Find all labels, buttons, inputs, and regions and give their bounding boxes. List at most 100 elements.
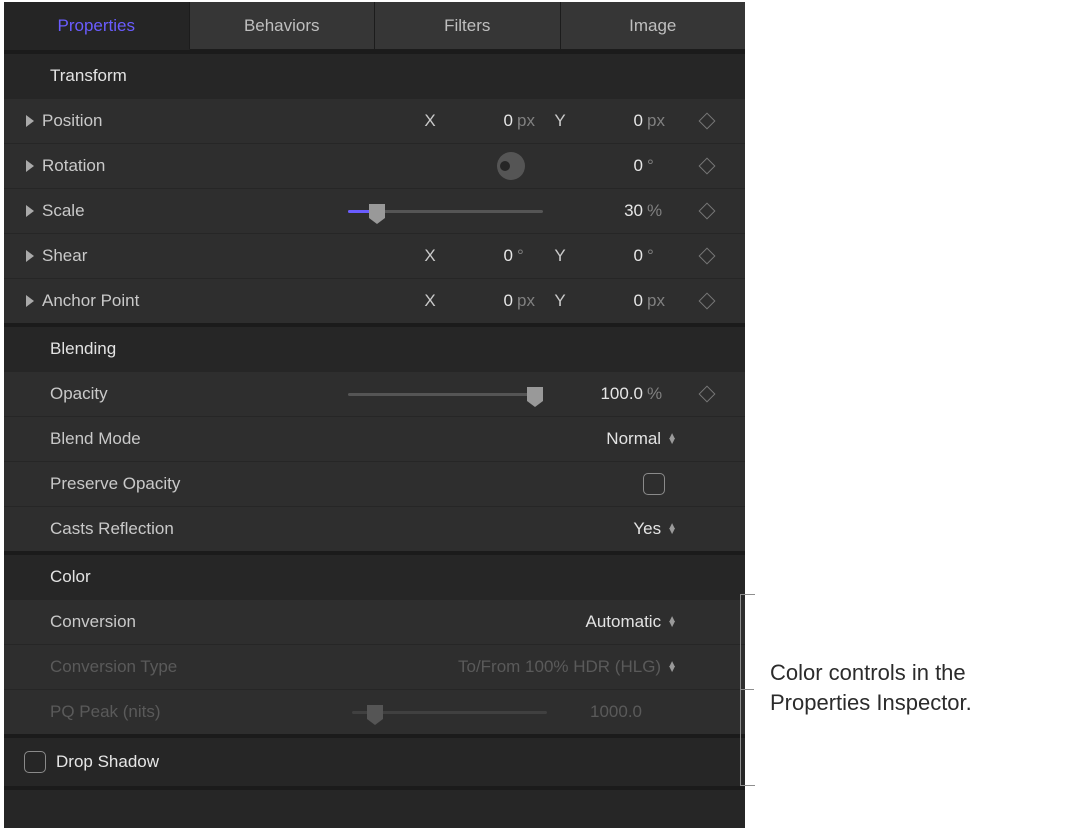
tab-filters[interactable]: Filters xyxy=(375,2,561,50)
position-x-value[interactable]: 0 xyxy=(443,111,513,131)
casts-reflection-label: Casts Reflection xyxy=(50,519,215,539)
opacity-value[interactable]: 100.0 xyxy=(551,384,643,404)
conversion-type-label: Conversion Type xyxy=(50,657,215,677)
preserve-opacity-label: Preserve Opacity xyxy=(50,474,215,494)
popup-value: To/From 100% HDR (HLG) xyxy=(458,657,661,677)
tab-properties[interactable]: Properties xyxy=(4,2,190,50)
color-header: Color xyxy=(4,555,745,599)
stepper-icon: ▲▼ xyxy=(667,617,677,627)
axis-y: Y xyxy=(547,111,573,131)
stepper-icon: ▲▼ xyxy=(667,524,677,534)
axis-x: X xyxy=(417,246,443,266)
transform-header: Transform xyxy=(4,54,745,98)
position-y-value[interactable]: 0 xyxy=(573,111,643,131)
annotation-line: Color controls in the xyxy=(770,658,972,688)
pq-peak-slider xyxy=(352,702,547,722)
anchor-y-value[interactable]: 0 xyxy=(573,291,643,311)
stepper-icon: ▲▼ xyxy=(667,662,677,672)
shear-x-value[interactable]: 0 xyxy=(443,246,513,266)
color-group: Conversion Automatic ▲▼ Conversion Type xyxy=(4,599,745,734)
axis-y: Y xyxy=(547,291,573,311)
keyframe-button[interactable] xyxy=(677,295,737,307)
diamond-icon xyxy=(699,248,716,265)
unit-label: px xyxy=(643,291,677,311)
disclosure-icon[interactable] xyxy=(26,205,34,217)
rotation-row: Rotation 0 ° xyxy=(4,143,745,188)
drop-shadow-row: Drop Shadow xyxy=(4,734,745,790)
unit-label: ° xyxy=(643,246,677,266)
rotation-value[interactable]: 0 xyxy=(533,156,643,176)
axis-x: X xyxy=(417,111,443,131)
scale-label: Scale xyxy=(42,201,207,221)
popup-value: Yes xyxy=(633,519,661,539)
popup-value: Normal xyxy=(606,429,661,449)
properties-inspector: Properties Behaviors Filters Image Trans… xyxy=(4,2,745,828)
blend-mode-row: Blend Mode Normal ▲▼ xyxy=(4,416,745,461)
tab-label: Image xyxy=(629,16,676,36)
conversion-type-popup: To/From 100% HDR (HLG) ▲▼ xyxy=(458,657,677,677)
disclosure-icon[interactable] xyxy=(26,295,34,307)
pq-peak-value: 1000.0 xyxy=(555,702,677,722)
blend-mode-popup[interactable]: Normal ▲▼ xyxy=(606,429,677,449)
unit-label: px xyxy=(513,111,547,131)
conversion-label: Conversion xyxy=(50,612,215,632)
bracket-icon xyxy=(740,594,755,786)
blend-mode-label: Blend Mode xyxy=(50,429,215,449)
casts-reflection-row: Casts Reflection Yes ▲▼ xyxy=(4,506,745,551)
keyframe-button[interactable] xyxy=(677,388,737,400)
unit-label: % xyxy=(643,384,677,404)
transform-group: Position X 0 px Y 0 px Rotation 0 xyxy=(4,98,745,323)
blending-header: Blending xyxy=(4,327,745,371)
preserve-opacity-checkbox[interactable] xyxy=(643,473,665,495)
annotation-line: Properties Inspector. xyxy=(770,688,972,718)
preserve-opacity-row: Preserve Opacity xyxy=(4,461,745,506)
keyframe-button[interactable] xyxy=(677,160,737,172)
unit-label: ° xyxy=(513,246,547,266)
inspector-tabs: Properties Behaviors Filters Image xyxy=(4,2,745,50)
diamond-icon xyxy=(699,158,716,175)
pq-peak-row: PQ Peak (nits) 1000.0 xyxy=(4,689,745,734)
tab-label: Properties xyxy=(58,16,135,36)
conversion-popup[interactable]: Automatic ▲▼ xyxy=(586,612,678,632)
scale-slider[interactable] xyxy=(348,201,543,221)
conversion-type-row: Conversion Type To/From 100% HDR (HLG) ▲… xyxy=(4,644,745,689)
stepper-icon: ▲▼ xyxy=(667,434,677,444)
drop-shadow-checkbox[interactable] xyxy=(24,751,46,773)
rotation-dial[interactable] xyxy=(497,152,525,180)
anchor-point-label: Anchor Point xyxy=(42,291,207,311)
drop-shadow-label: Drop Shadow xyxy=(56,752,159,772)
opacity-label: Opacity xyxy=(50,384,215,404)
keyframe-button[interactable] xyxy=(677,250,737,262)
keyframe-button[interactable] xyxy=(677,115,737,127)
tab-behaviors[interactable]: Behaviors xyxy=(190,2,376,50)
position-row: Position X 0 px Y 0 px xyxy=(4,98,745,143)
shear-row: Shear X 0 ° Y 0 ° xyxy=(4,233,745,278)
unit-label: ° xyxy=(643,156,677,176)
bracket-tick-icon xyxy=(740,689,754,690)
opacity-row: Opacity 100.0 % xyxy=(4,371,745,416)
diamond-icon xyxy=(699,293,716,310)
diamond-icon xyxy=(699,203,716,220)
tab-label: Behaviors xyxy=(244,16,320,36)
opacity-slider[interactable] xyxy=(348,384,543,404)
disclosure-icon[interactable] xyxy=(26,115,34,127)
scale-row: Scale 30 % xyxy=(4,188,745,233)
rotation-label: Rotation xyxy=(42,156,207,176)
keyframe-button[interactable] xyxy=(677,205,737,217)
casts-reflection-popup[interactable]: Yes ▲▼ xyxy=(633,519,677,539)
popup-value: Automatic xyxy=(586,612,662,632)
diamond-icon xyxy=(699,386,716,403)
tab-image[interactable]: Image xyxy=(561,2,746,50)
tab-label: Filters xyxy=(444,16,490,36)
unit-label: % xyxy=(643,201,677,221)
scale-value[interactable]: 30 xyxy=(551,201,643,221)
disclosure-icon[interactable] xyxy=(26,160,34,172)
axis-y: Y xyxy=(547,246,573,266)
shear-y-value[interactable]: 0 xyxy=(573,246,643,266)
blending-group: Opacity 100.0 % Blend Mode xyxy=(4,371,745,551)
anchor-x-value[interactable]: 0 xyxy=(443,291,513,311)
shear-label: Shear xyxy=(42,246,207,266)
anchor-point-row: Anchor Point X 0 px Y 0 px xyxy=(4,278,745,323)
position-label: Position xyxy=(42,111,207,131)
disclosure-icon[interactable] xyxy=(26,250,34,262)
